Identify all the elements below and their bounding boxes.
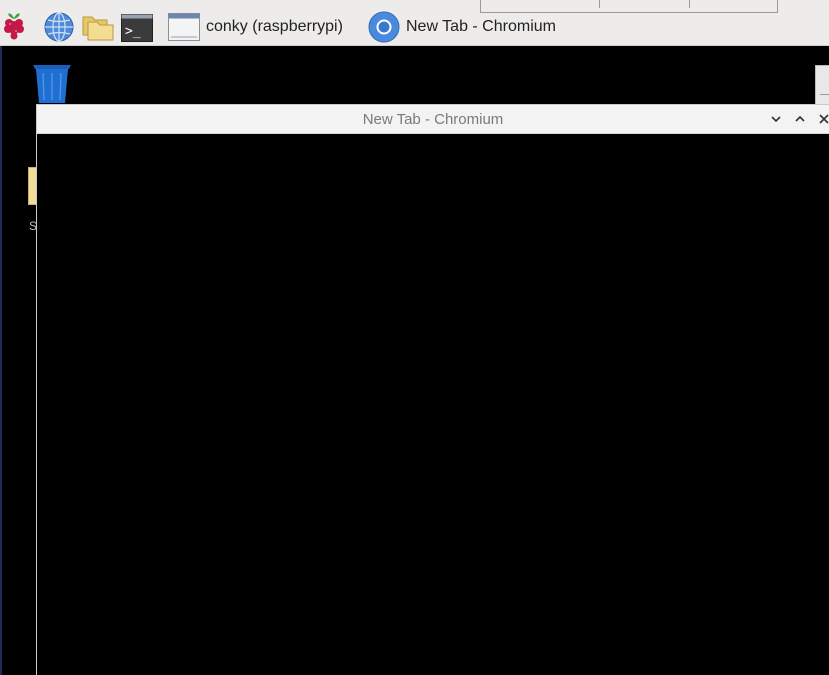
terminal-icon: >_	[121, 14, 153, 42]
raspberry-menu-button[interactable]	[2, 12, 26, 45]
window-titlebar[interactable]: New Tab - Chromium	[37, 105, 829, 134]
raspberry-icon	[4, 13, 24, 40]
chevron-down-icon	[771, 116, 781, 123]
minimize-button[interactable]	[768, 111, 784, 127]
maximize-button[interactable]	[792, 111, 808, 127]
desktop: >_ conky (raspberrypi) New Tab - Chromiu…	[0, 0, 829, 675]
task-conky[interactable]: conky (raspberrypi)	[168, 9, 343, 45]
folder-icon	[82, 16, 114, 41]
trash-desktop-item[interactable]	[30, 60, 74, 109]
file-manager-launcher[interactable]	[82, 13, 114, 46]
chromium-icon	[368, 11, 400, 43]
web-browser-launcher[interactable]	[44, 12, 74, 47]
window-title: New Tab - Chromium	[362, 111, 504, 128]
globe-icon	[44, 12, 74, 42]
browser-content-area[interactable]	[37, 134, 829, 675]
trash-icon	[33, 65, 71, 103]
svg-text:>_: >_	[125, 24, 141, 39]
close-icon	[819, 114, 829, 124]
task-conky-label: conky (raspberrypi)	[206, 18, 343, 35]
chevron-up-icon	[795, 115, 805, 122]
chromium-window: New Tab - Chromium	[36, 104, 829, 675]
taskbar: >_ conky (raspberrypi) New Tab - Chromiu…	[0, 0, 829, 46]
task-chromium-label: New Tab - Chromium	[406, 18, 556, 35]
window-icon	[168, 13, 200, 41]
left-edge	[0, 46, 2, 675]
background-window-peek[interactable]	[815, 65, 829, 105]
task-chromium[interactable]: New Tab - Chromium	[368, 9, 556, 45]
terminal-launcher[interactable]: >_	[121, 14, 153, 47]
close-button[interactable]	[816, 111, 829, 127]
